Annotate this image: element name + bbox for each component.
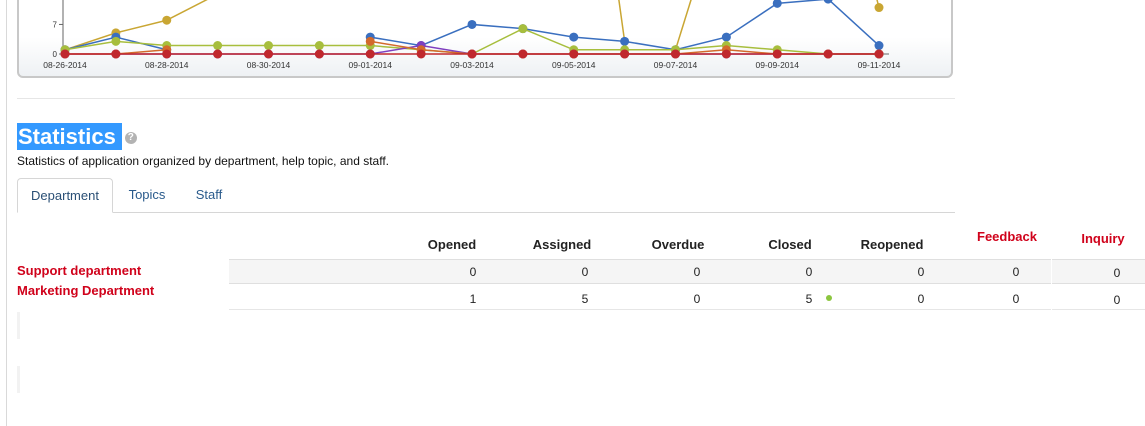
cell-closed: 0: [805, 265, 813, 279]
cell-assigned: 0: [581, 265, 589, 279]
line-chart-svg: 071508-26-201408-28-201408-30-201409-01-…: [43, 0, 901, 70]
x-tick-label: 09-11-2014: [858, 60, 901, 70]
x-tick-label: 08-30-2014: [247, 60, 291, 70]
data-point: [314, 49, 324, 59]
tab-topics[interactable]: Topics: [115, 178, 179, 213]
data-point: [823, 0, 833, 4]
cell-inquiry: 0: [1113, 266, 1121, 280]
data-point: [213, 41, 223, 51]
left-border: [6, 0, 7, 426]
col-overdue: Overdue: [651, 237, 705, 252]
data-point: [467, 19, 477, 29]
data-point: [874, 41, 884, 51]
col-reopened: Reopened: [860, 237, 924, 252]
data-point: [721, 49, 731, 59]
data-point: [213, 49, 223, 59]
data-point: [620, 36, 630, 46]
cell-closed: 5: [805, 292, 813, 306]
section-divider: [17, 98, 955, 99]
cell-assigned: 5: [581, 292, 589, 306]
x-tick-label: 09-01-2014: [349, 60, 393, 70]
tab-staff[interactable]: Staff: [183, 178, 235, 213]
data-point: [823, 49, 833, 59]
cell-overdue: 0: [693, 265, 701, 279]
data-point: [671, 49, 680, 59]
y-tick-label: 7: [53, 20, 58, 29]
cell-reopened: 0: [917, 265, 925, 279]
x-tick-label: 09-07-2014: [654, 60, 698, 70]
department-name: Marketing Department: [17, 283, 155, 298]
data-point: [365, 36, 375, 46]
data-point: [772, 0, 782, 8]
col-inquiry: Inquiry: [1081, 231, 1125, 246]
data-point: [569, 49, 579, 59]
cell-feedback: 0: [1012, 265, 1020, 279]
cell-inquiry: 0: [1113, 293, 1121, 307]
tab-bar: Department Topics Staff: [17, 178, 955, 213]
series-line-partial: [166, 0, 208, 21]
data-point: [60, 49, 70, 59]
data-point: [162, 15, 172, 25]
data-point: [518, 24, 528, 34]
cell-feedback: 0: [1012, 292, 1020, 306]
y-tick-label: 0: [53, 50, 58, 59]
x-tick-label: 09-09-2014: [756, 60, 800, 70]
empty-row-stub: [17, 312, 20, 339]
cell-overdue: 0: [693, 292, 701, 306]
cell-opened: 1: [469, 292, 477, 306]
data-point: [569, 32, 579, 42]
cell-reopened: 0: [917, 292, 925, 306]
data-point: [111, 49, 121, 59]
x-tick-label: 08-28-2014: [145, 60, 189, 70]
data-point: [264, 49, 273, 59]
data-point: [365, 49, 375, 59]
page-title: Statistics: [17, 122, 122, 150]
data-point: [772, 49, 782, 59]
data-point: [162, 49, 172, 59]
col-closed: Closed: [768, 237, 812, 252]
col-assigned: Assigned: [532, 237, 592, 252]
data-point: [264, 41, 273, 51]
series-line-partial: [674, 0, 692, 51]
tab-department[interactable]: Department: [17, 178, 113, 213]
col-opened: Opened: [427, 237, 477, 252]
statistics-header: Statistics ?: [17, 122, 137, 150]
data-point: [721, 32, 731, 42]
data-point: [111, 36, 121, 46]
data-point: [416, 49, 426, 59]
cell-opened: 0: [469, 265, 477, 279]
x-tick-label: 09-05-2014: [552, 60, 596, 70]
dashboard-chart: 071508-26-201408-28-201408-30-201409-01-…: [17, 0, 953, 78]
series-line-partial: [618, 0, 626, 42]
x-tick-label: 09-03-2014: [450, 60, 494, 70]
help-icon[interactable]: ?: [124, 132, 137, 144]
empty-row-stub: [17, 366, 20, 393]
data-point: [518, 49, 528, 59]
page-subtitle: Statistics of application organized by d…: [17, 154, 389, 168]
status-dot-icon: [826, 295, 832, 301]
data-point: [314, 41, 324, 51]
data-point: [620, 49, 630, 59]
col-feedback: Feedback: [977, 229, 1037, 244]
x-tick-label: 08-26-2014: [43, 60, 87, 70]
data-point: [874, 49, 884, 59]
data-point: [467, 49, 477, 59]
data-point: [874, 3, 884, 13]
department-name: Support department: [17, 263, 142, 278]
